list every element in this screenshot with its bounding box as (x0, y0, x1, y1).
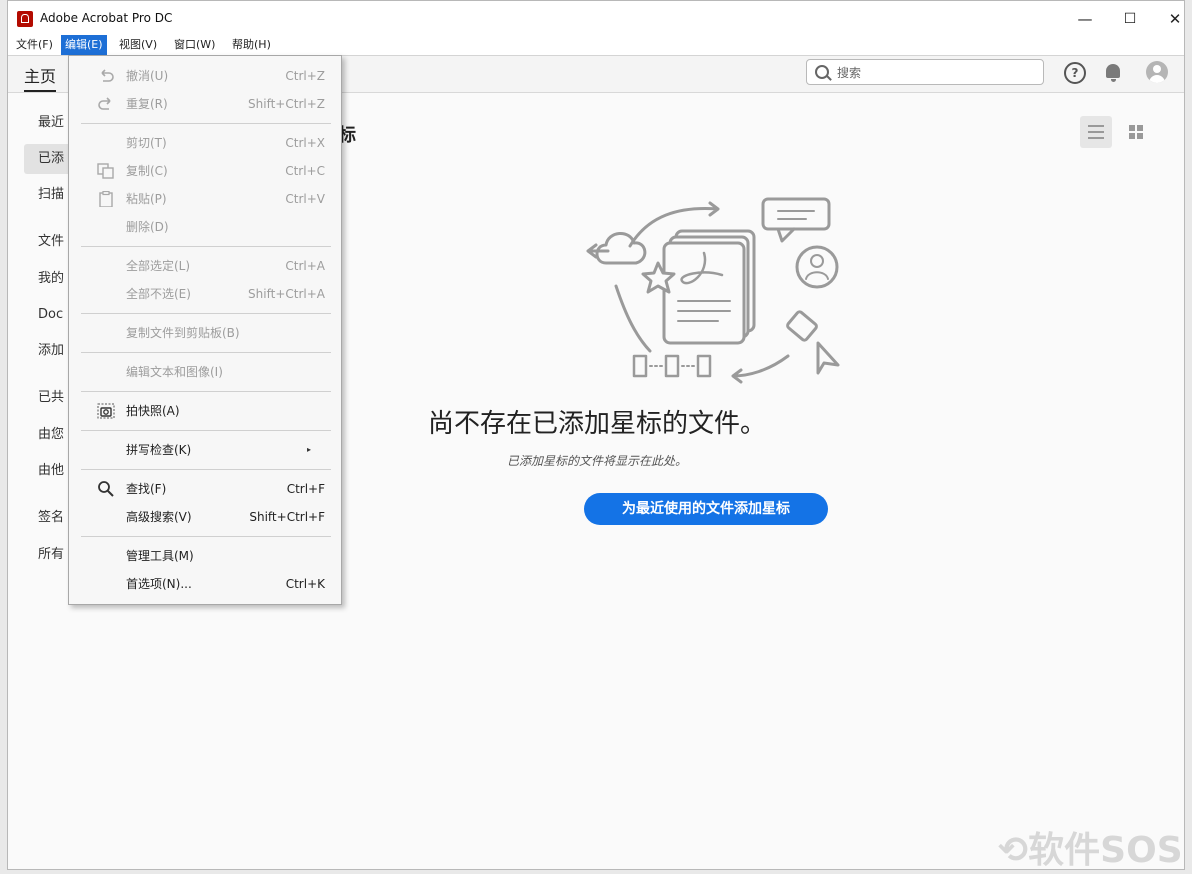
menu-item-undo[interactable]: 撤消(U) Ctrl+Z (69, 64, 341, 88)
star-recent-files-button[interactable]: 为最近使用的文件添加星标 (584, 493, 828, 525)
window-title: Adobe Acrobat Pro DC (40, 11, 173, 25)
menu-item-paste[interactable]: 粘贴(P) Ctrl+V (69, 187, 341, 211)
list-view-icon (1088, 125, 1104, 127)
menu-item-label: 编辑文本和图像(I) (126, 365, 223, 379)
notification-bell-icon[interactable] (1106, 64, 1120, 82)
menu-item-delete[interactable]: 删除(D) (69, 215, 341, 239)
menu-item-spell-check[interactable]: 拼写检查(K) ▸ (69, 438, 341, 462)
avatar[interactable] (1146, 61, 1168, 83)
menu-edit[interactable]: 编辑(E) (61, 35, 107, 55)
menu-item-label: 全部不选(E) (126, 287, 191, 301)
menu-item-label: 首选项(N)... (126, 577, 192, 591)
help-icon[interactable]: ? (1064, 62, 1086, 84)
menu-item-label: 复制文件到剪贴板(B) (126, 326, 240, 340)
menu-window[interactable]: 窗口(W) (170, 35, 219, 55)
tab-home[interactable]: 主页 (24, 63, 57, 92)
paste-icon (99, 191, 113, 207)
undo-icon (101, 69, 114, 82)
menu-item-label: 撤消(U) (126, 69, 169, 83)
menu-item-advanced-search[interactable]: 高级搜索(V) Shift+Ctrl+F (69, 505, 341, 529)
menu-item-label: 粘贴(P) (126, 192, 167, 206)
menu-help[interactable]: 帮助(H) (228, 35, 275, 55)
edit-menu-dropdown: 撤消(U) Ctrl+Z 重复(R) Shift+Ctrl+Z 剪切(T) Ct… (68, 55, 342, 605)
search-input[interactable] (835, 63, 1039, 83)
list-view-icon (1088, 137, 1104, 139)
menu-item-shortcut: Ctrl+K (285, 577, 325, 591)
copy-icon (97, 163, 114, 179)
menu-item-shortcut: Ctrl+F (286, 482, 325, 496)
grid-view-icon (1129, 125, 1135, 131)
menu-item-label: 高级搜索(V) (126, 510, 192, 524)
grid-view-icon (1137, 125, 1143, 131)
search-box[interactable] (806, 59, 1044, 85)
list-view-icon (1088, 131, 1104, 133)
acrobat-logo-icon (17, 11, 33, 27)
menu-divider (81, 391, 331, 392)
menu-item-edit-text-images[interactable]: 编辑文本和图像(I) (69, 360, 341, 384)
watermark-logo: ⟲软件SOS (998, 830, 1183, 870)
menu-divider (81, 246, 331, 247)
menu-bar: 文件(F) 编辑(E) 视图(V) 窗口(W) 帮助(H) (8, 35, 1184, 56)
menu-item-shortcut: Ctrl+C (285, 164, 325, 178)
menu-item-label: 管理工具(M) (126, 549, 194, 563)
grid-view-button[interactable] (1120, 116, 1152, 148)
menu-item-select-all[interactable]: 全部选定(L) Ctrl+A (69, 254, 341, 278)
menu-item-shortcut: Ctrl+A (285, 259, 325, 273)
menu-item-shortcut: Shift+Ctrl+Z (248, 97, 325, 111)
menu-item-deselect-all[interactable]: 全部不选(E) Shift+Ctrl+A (69, 282, 341, 306)
menu-item-label: 拍快照(A) (126, 404, 180, 418)
menu-divider (81, 123, 331, 124)
menu-item-snapshot[interactable]: 拍快照(A) (69, 399, 341, 423)
menu-item-label: 拼写检查(K) (126, 443, 192, 457)
menu-item-copy[interactable]: 复制(C) Ctrl+C (69, 159, 341, 183)
menu-view[interactable]: 视图(V) (115, 35, 161, 55)
menu-item-preferences[interactable]: 首选项(N)... Ctrl+K (69, 572, 341, 596)
menu-item-label: 全部选定(L) (126, 259, 191, 273)
search-icon (815, 65, 829, 79)
menu-item-label: 复制(C) (126, 164, 168, 178)
title-bar: Adobe Acrobat Pro DC — ☐ ✕ (8, 1, 1184, 35)
menu-item-label: 查找(F) (126, 482, 167, 496)
menu-item-shortcut: Ctrl+V (285, 192, 325, 206)
menu-divider (81, 536, 331, 537)
menu-item-label: 剪切(T) (126, 136, 167, 150)
minimize-button[interactable]: — (1070, 7, 1100, 31)
menu-item-copy-file-to-clipboard[interactable]: 复制文件到剪贴板(B) (69, 321, 341, 345)
menu-item-find[interactable]: 查找(F) Ctrl+F (69, 477, 341, 501)
close-button[interactable]: ✕ (1160, 7, 1184, 31)
menu-item-cut[interactable]: 剪切(T) Ctrl+X (69, 131, 341, 155)
grid-view-icon (1129, 133, 1135, 139)
list-view-button[interactable] (1080, 116, 1112, 148)
redo-icon (98, 97, 111, 110)
grid-view-icon (1137, 133, 1143, 139)
menu-divider (81, 469, 331, 470)
maximize-button[interactable]: ☐ (1115, 7, 1145, 31)
empty-state-illustration (586, 197, 840, 384)
menu-item-shortcut: Ctrl+X (285, 136, 325, 150)
camera-icon (97, 403, 115, 419)
menu-divider (81, 430, 331, 431)
menu-file[interactable]: 文件(F) (12, 35, 57, 55)
search-icon (98, 481, 114, 497)
menu-item-shortcut: Ctrl+Z (285, 69, 325, 83)
submenu-arrow-icon: ▸ (306, 445, 311, 454)
menu-item-label: 重复(R) (126, 97, 168, 111)
menu-item-shortcut: Shift+Ctrl+A (248, 287, 325, 301)
menu-item-manage-tools[interactable]: 管理工具(M) (69, 544, 341, 568)
menu-item-shortcut: Shift+Ctrl+F (249, 510, 325, 524)
menu-divider (81, 352, 331, 353)
menu-item-redo[interactable]: 重复(R) Shift+Ctrl+Z (69, 92, 341, 116)
app-window: Adobe Acrobat Pro DC — ☐ ✕ 文件(F) 编辑(E) 视… (7, 0, 1185, 870)
menu-divider (81, 313, 331, 314)
menu-item-label: 删除(D) (126, 220, 169, 234)
